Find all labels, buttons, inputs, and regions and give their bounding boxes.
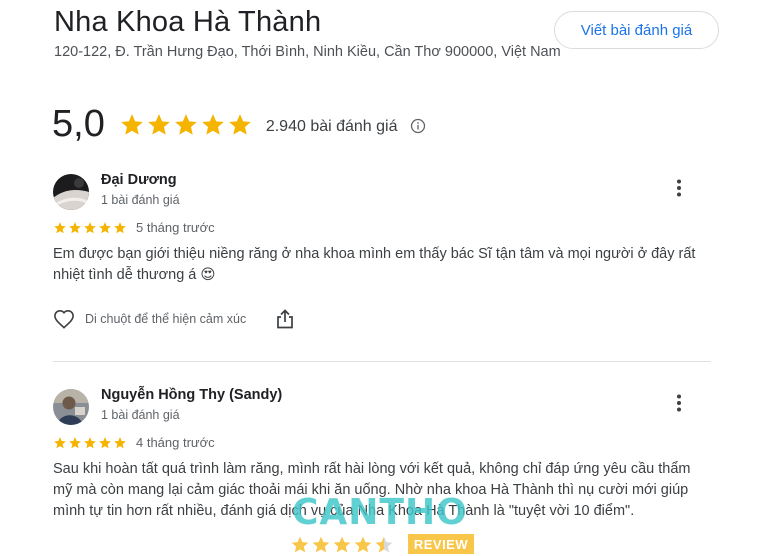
star-icon	[114, 436, 126, 448]
reviewer-name[interactable]: Nguyễn Hồng Thy (Sandy)	[101, 387, 282, 403]
review-stars: 4 tháng trước	[53, 435, 215, 450]
star-icon	[69, 221, 81, 233]
share-button[interactable]	[276, 309, 294, 329]
reviewer-review-count: 1 bài đánh giá	[101, 193, 180, 207]
share-icon	[277, 309, 294, 329]
review-time: 5 tháng trước	[136, 220, 215, 235]
star-icon	[228, 113, 251, 135]
heart-icon	[54, 309, 74, 329]
avatar[interactable]	[53, 174, 89, 210]
star-icon	[84, 221, 96, 233]
write-review-button[interactable]: Viết bài đánh giá	[554, 11, 719, 49]
business-address: 120-122, Đ. Trần Hưng Đạo, Thới Bình, Ni…	[54, 44, 561, 60]
review-card: Đại Dương 1 bài đánh giá 5 tháng trước E…	[53, 172, 713, 354]
star-icon	[147, 113, 170, 135]
business-name: Nha Khoa Hà Thành	[54, 6, 322, 38]
star-icon	[69, 436, 81, 448]
review-count: 2.940 bài đánh giá	[265, 117, 398, 135]
like-label: Di chuột để thể hiện cảm xúc	[85, 312, 247, 326]
more-options-button[interactable]	[667, 391, 691, 415]
divider	[53, 361, 711, 362]
review-card: Nguyễn Hồng Thy (Sandy) 1 bài đánh giá 4…	[53, 387, 713, 556]
review-actions: Di chuột để thể hiện cảm xúc	[53, 309, 294, 329]
star-icon	[54, 436, 66, 448]
star-icon	[174, 113, 197, 135]
star-icon	[99, 221, 111, 233]
star-icon	[99, 436, 111, 448]
rating-summary: 5,0 2.940 bài đánh giá	[52, 103, 426, 146]
more-vert-icon	[677, 179, 681, 197]
info-icon[interactable]	[410, 118, 426, 134]
avatar[interactable]	[53, 389, 89, 425]
average-rating: 5,0	[52, 103, 105, 145]
more-options-button[interactable]	[667, 176, 691, 200]
reviewer-review-count: 1 bài đánh giá	[101, 408, 180, 422]
more-vert-icon	[677, 394, 681, 412]
like-button[interactable]: Di chuột để thể hiện cảm xúc	[53, 309, 246, 329]
review-text: Em được bạn giới thiệu niềng răng ở nha …	[53, 246, 696, 283]
review-stars: 5 tháng trước	[53, 220, 215, 235]
star-icon	[54, 221, 66, 233]
reviewer-name[interactable]: Đại Dương	[101, 172, 177, 188]
review-time: 4 tháng trước	[136, 435, 215, 450]
star-icon	[201, 113, 224, 135]
star-icon	[84, 436, 96, 448]
star-icon	[114, 221, 126, 233]
star-icon	[120, 113, 143, 135]
rating-stars	[119, 112, 254, 138]
review-text: Sau khi hoàn tất quá trình làm răng, mìn…	[53, 461, 691, 519]
